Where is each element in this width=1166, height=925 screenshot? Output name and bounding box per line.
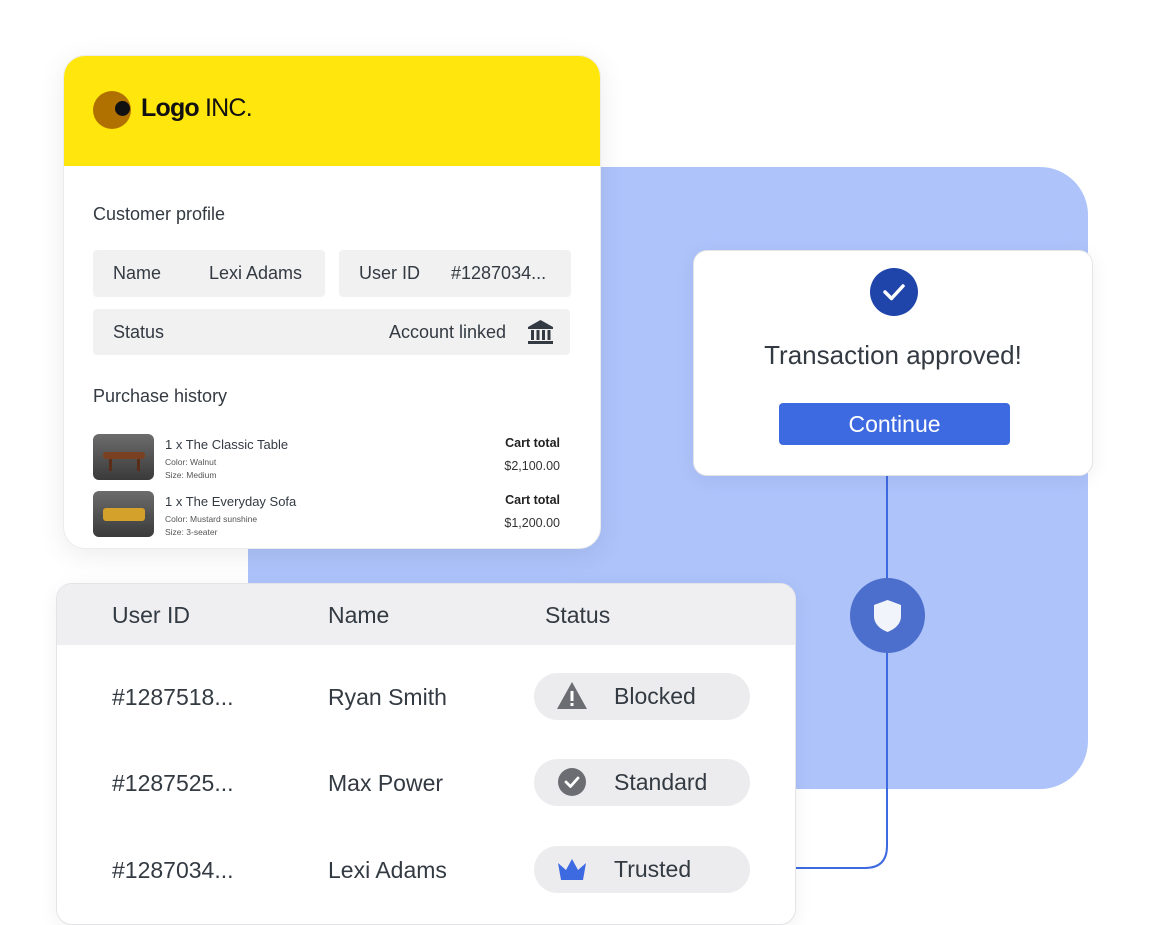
crown-icon [558, 859, 586, 880]
card-header: Logo INC. [64, 56, 600, 166]
status-label: Standard [614, 769, 708, 795]
item-title: 1 x The Classic Table [165, 437, 289, 452]
status-label: Trusted [614, 856, 692, 882]
logo-text: Logo INC. [141, 94, 253, 122]
column-header: Name [328, 602, 390, 628]
status-value: Account linked [389, 322, 507, 342]
status-label: Blocked [614, 683, 696, 709]
approval-message: Transaction approved! [764, 340, 1022, 370]
approval-dialog: Transaction approved! Continue [693, 250, 1093, 476]
item-color: Color: Walnut [165, 457, 217, 467]
userid-label: User ID [359, 263, 421, 283]
users-table: User ID Name Status #1287518... Ryan Smi… [56, 583, 796, 925]
purchase-history-title: Purchase history [93, 386, 228, 406]
name-label: Name [113, 263, 162, 283]
item-color: Color: Mustard sunshine [165, 514, 258, 524]
status-field: Status Account linked [93, 309, 570, 355]
name-field: Name Lexi Adams [93, 250, 325, 297]
item-size: Size: 3-seater [165, 527, 218, 537]
item-size: Size: Medium [165, 470, 217, 480]
continue-button[interactable]: Continue [779, 403, 1010, 445]
status-badge: Blocked [534, 673, 750, 720]
table-header: User ID Name Status [57, 584, 795, 645]
cart-total-label: Cart total [505, 493, 560, 507]
warning-icon [557, 682, 587, 709]
check-icon [870, 268, 918, 316]
cart-total-value: $2,100.00 [504, 459, 560, 473]
user-id-cell: #1287525... [112, 770, 234, 796]
userid-value: #1287034... [451, 263, 547, 283]
bank-icon [528, 320, 553, 344]
profile-title: Customer profile [93, 204, 226, 224]
shield-icon [850, 578, 925, 653]
name-cell: Max Power [328, 770, 444, 796]
user-id-cell: #1287034... [112, 857, 234, 883]
userid-field: User ID #1287034... [339, 250, 571, 297]
column-header: User ID [112, 602, 190, 628]
user-id-cell: #1287518... [112, 684, 234, 710]
customer-profile-card: Logo INC. Customer profile Name Lexi Ada… [63, 55, 601, 549]
item-title: 1 x The Everyday Sofa [165, 494, 297, 509]
table-thumbnail [93, 434, 154, 480]
name-cell: Ryan Smith [328, 684, 447, 710]
cart-total-value: $1,200.00 [504, 516, 560, 530]
column-header: Status [545, 602, 611, 628]
sofa-thumbnail [93, 491, 154, 537]
logo-dot [115, 101, 130, 116]
name-value: Lexi Adams [209, 263, 303, 283]
status-badge: Standard [534, 759, 750, 806]
status-badge: Trusted [534, 846, 750, 893]
status-label: Status [113, 322, 165, 342]
cart-total-label: Cart total [505, 436, 560, 450]
name-cell: Lexi Adams [328, 857, 447, 883]
check-circle-icon [558, 768, 586, 796]
